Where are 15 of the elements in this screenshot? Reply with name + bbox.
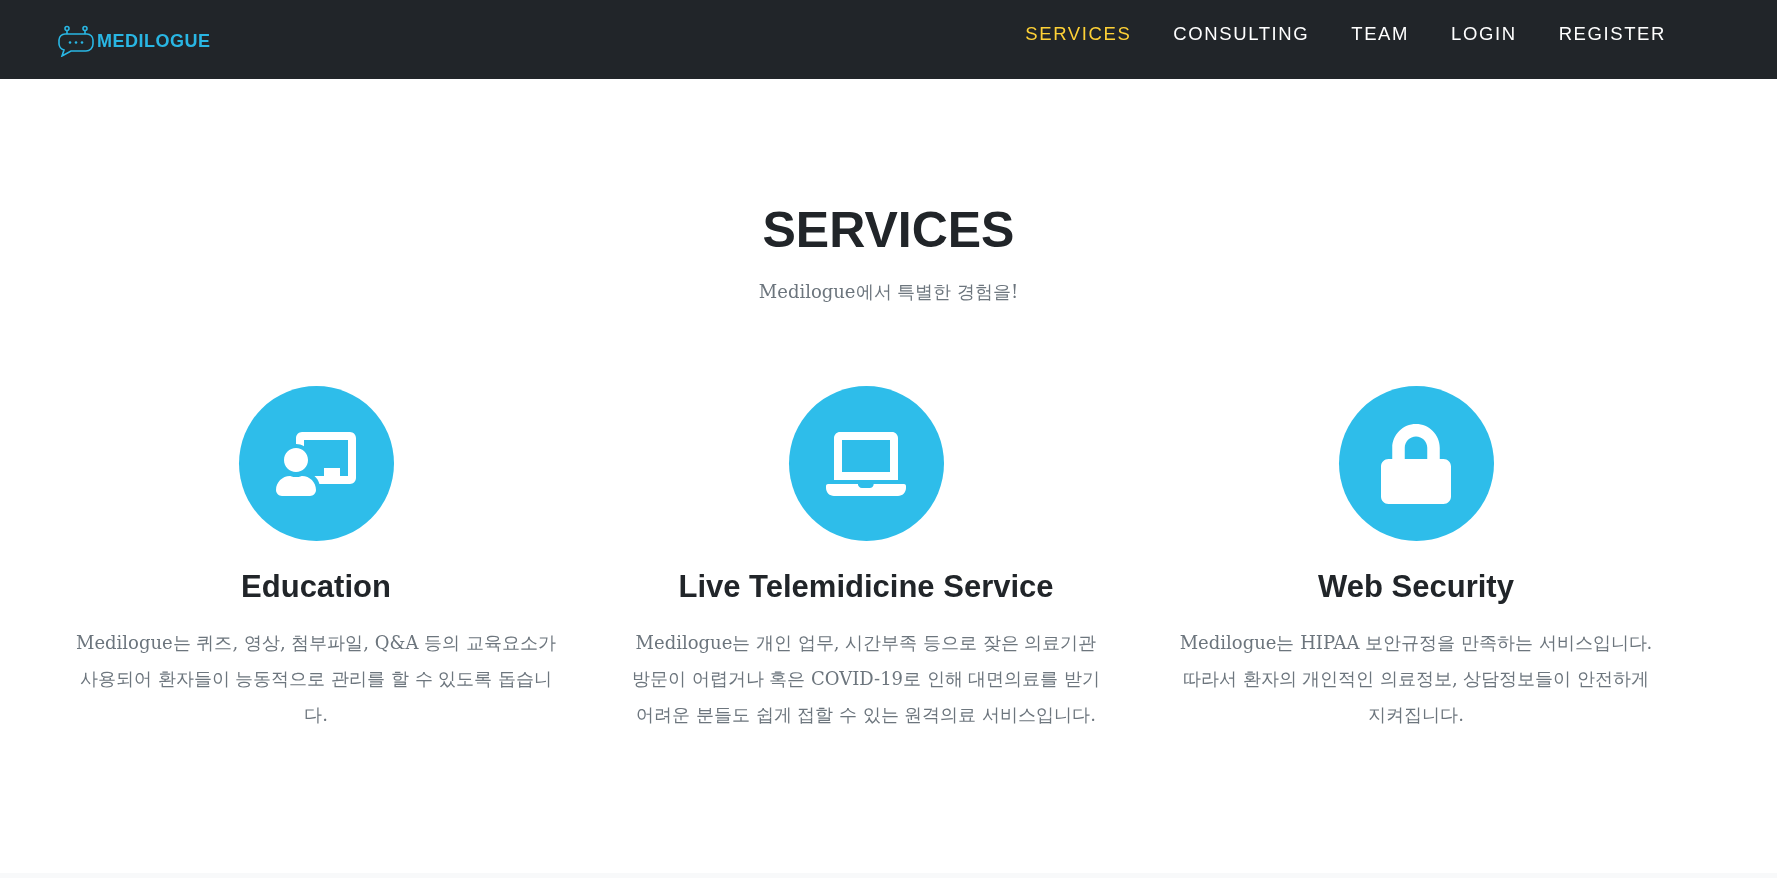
nav-link[interactable]: CONSULTING <box>1173 22 1310 45</box>
nav-link[interactable]: LOGIN <box>1451 22 1517 45</box>
service-title: Education <box>241 568 391 606</box>
section-subtitle: Medilogue에서 특별한 경험을! <box>758 280 1019 304</box>
section-title: SERVICES <box>762 201 1015 260</box>
nav-link[interactable]: REGISTER <box>1558 22 1666 45</box>
service-description: Medilogue는 HIPAA 보안규정을 만족하는 서비스입니다. 따라서 환자의 개인적인 의료정보, 상담정보들이 안전하게 지켜집니다. <box>1178 631 1654 727</box>
service-description: Medilogue는 퀴즈, 영상, 첨부파일, Q&A 등의 교육요소가 사용되어 환자들이 능동적으로 관리를 할 수 있도록 돕습니다. <box>75 631 557 727</box>
service-title: Web Security <box>1318 568 1514 606</box>
speech-bubble-icon <box>58 24 94 57</box>
nav-link[interactable]: TEAM <box>1351 22 1410 45</box>
brand-link[interactable]: MEDILOGUE <box>58 22 211 57</box>
service-title: Live Telemidicine Service <box>678 568 1054 606</box>
nav-link[interactable]: SERVICES <box>1025 22 1132 45</box>
service-description: Medilogue는 개인 업무, 시간부족 등으로 잦은 의료기관 방문이 어렵거나 혹은 COVID-19로 인해 대면의료를 받기 어려운 분들도 쉽게 접할 수 있는 원격의료 서비스입니다. <box>630 631 1102 727</box>
